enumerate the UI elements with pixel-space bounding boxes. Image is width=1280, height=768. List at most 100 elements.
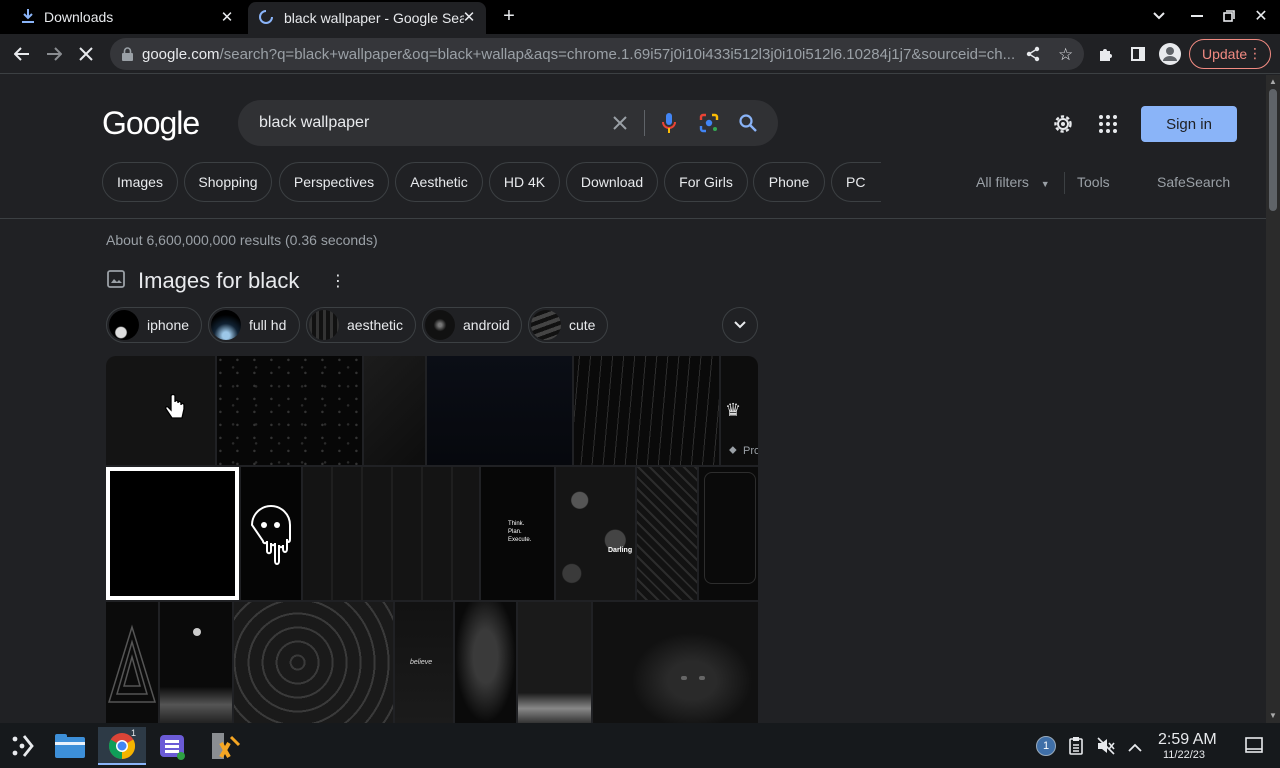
lock-icon [122,47,133,66]
scrollbar-thumb[interactable] [1269,89,1277,211]
image-result[interactable] [699,467,758,600]
show-desktop-icon[interactable] [1245,737,1263,758]
search-magnifier-icon[interactable] [736,111,760,135]
side-panel-icon[interactable] [1124,40,1152,68]
filter-chip-phone[interactable]: Phone [753,162,825,202]
all-filters-dropdown[interactable]: All filters ▼ [976,174,1050,190]
tab-downloads[interactable]: Downloads ✕ [8,2,244,32]
filter-chip-hd-4k[interactable]: HD 4K [489,162,560,202]
update-button[interactable]: Update ⋮ [1189,39,1271,69]
search-results-page: Google black wallpaper Sign in Images Sh… [0,75,1266,723]
image-result[interactable]: believe [395,602,453,723]
tray-chevron-up-icon[interactable] [1128,739,1142,757]
image-chip-cute[interactable]: cute [528,307,608,343]
filter-chip-shopping[interactable]: Shopping [184,162,272,202]
tab-google-search[interactable]: black wallpaper - Google Sear ✕ [248,2,486,34]
scroll-down-arrow-icon[interactable]: ▼ [1269,711,1277,720]
image-chip-android[interactable]: android [422,307,522,343]
image-result[interactable] [364,356,425,465]
scroll-up-arrow-icon[interactable]: ▲ [1269,77,1277,86]
extensions-puzzle-icon[interactable] [1092,40,1120,68]
back-button[interactable] [8,40,36,68]
image-result[interactable] [106,602,158,723]
image-result[interactable]: ♛ ⬥ Pro [721,356,758,465]
file-manager-icon[interactable] [50,727,90,765]
safesearch-button[interactable]: SafeSearch [1157,174,1230,190]
image-result[interactable] [455,602,516,723]
more-vert-icon: ⋮ [1248,45,1262,61]
moon-icon [193,628,201,636]
image-chip-iphone[interactable]: iphone [106,307,202,343]
tools-button[interactable]: Tools [1077,174,1110,190]
clipboard-icon[interactable] [1069,737,1083,760]
chip-thumbnail [531,310,561,340]
share-icon[interactable] [1026,46,1040,67]
page-scrollbar[interactable]: ▲ ▼ [1266,75,1280,723]
settings-gear-icon[interactable] [1051,112,1075,141]
media-app-icon[interactable] [153,727,193,765]
image-result[interactable] [217,356,362,465]
image-chip-full-hd[interactable]: full hd [208,307,300,343]
product-label: Pro [743,445,758,457]
address-bar[interactable]: google.com/search?q=black+wallpaper&oq=b… [110,38,1084,70]
tab-search-chevron-icon[interactable] [1147,6,1171,26]
minimize-window-button[interactable] [1185,6,1209,26]
filter-chip-perspectives[interactable]: Perspectives [279,162,389,202]
clock-time[interactable]: 2:59 AM [1158,731,1217,749]
close-window-button[interactable]: ✕ [1249,6,1273,26]
update-badge-icon[interactable]: 1 [1036,736,1056,756]
chip-thumbnail [309,310,339,340]
image-result[interactable] [593,602,758,723]
image-result[interactable] [427,356,572,465]
image-result[interactable] [241,467,301,600]
crown-icon: ♛ [725,400,742,420]
expand-chips-button[interactable] [722,307,758,343]
new-tab-button[interactable]: + [497,5,521,27]
image-chip-aesthetic[interactable]: aesthetic [306,307,416,343]
image-result[interactable] [518,602,591,723]
image-result[interactable] [574,356,719,465]
sign-in-button[interactable]: Sign in [1141,106,1237,142]
darling-caption: Darling [608,547,633,554]
filter-chip-images[interactable]: Images [102,162,178,202]
image-result[interactable]: Think. Plan. Execute. [481,467,554,600]
profile-avatar-icon[interactable] [1156,40,1184,68]
image-result[interactable] [637,467,697,600]
search-query-text[interactable]: black wallpaper [259,114,369,132]
more-vert-icon[interactable]: ⋮ [330,271,346,291]
clock-date[interactable]: 11/22/23 [1163,749,1205,761]
stop-loading-button[interactable] [72,40,100,68]
bookmark-star-icon[interactable]: ☆ [1058,45,1073,65]
clear-search-icon[interactable] [608,111,632,135]
voice-search-microphone-icon[interactable] [657,111,681,135]
image-result[interactable]: Darling [556,467,635,600]
search-input[interactable]: black wallpaper [238,100,778,146]
volume-muted-icon[interactable] [1097,737,1115,760]
product-tag-icon: ⬥ [729,444,737,456]
close-tab-icon[interactable]: ✕ [460,8,478,26]
filter-chip-pc[interactable]: PC [831,162,881,202]
think-plan-execute-caption: Think. Plan. Execute. [508,521,532,543]
dropdown-caret-icon: ▼ [1040,179,1050,189]
filter-chip-download[interactable]: Download [566,162,658,202]
archive-app-icon[interactable] [205,727,245,765]
chip-thumbnail [109,310,139,340]
restore-window-button[interactable] [1217,6,1241,26]
image-result[interactable] [160,602,232,723]
image-result[interactable] [303,467,479,600]
filter-chip-aesthetic[interactable]: Aesthetic [395,162,483,202]
google-logo[interactable]: Google [102,105,200,142]
app-launcher-icon[interactable] [2,727,42,765]
forward-button[interactable] [40,40,68,68]
loading-spinner-icon [258,9,274,28]
close-tab-icon[interactable]: ✕ [218,8,236,26]
image-result-selected[interactable] [106,467,239,600]
images-section-title: Images for black [138,268,300,293]
google-lens-camera-icon[interactable] [697,111,721,135]
filter-chip-for-girls[interactable]: For Girls [664,162,748,202]
tools-divider [1064,172,1065,194]
google-apps-grid-icon[interactable] [1099,115,1117,138]
chrome-taskbar-icon[interactable]: 1 [98,727,146,765]
image-result[interactable] [106,356,215,465]
image-result[interactable] [234,602,393,723]
